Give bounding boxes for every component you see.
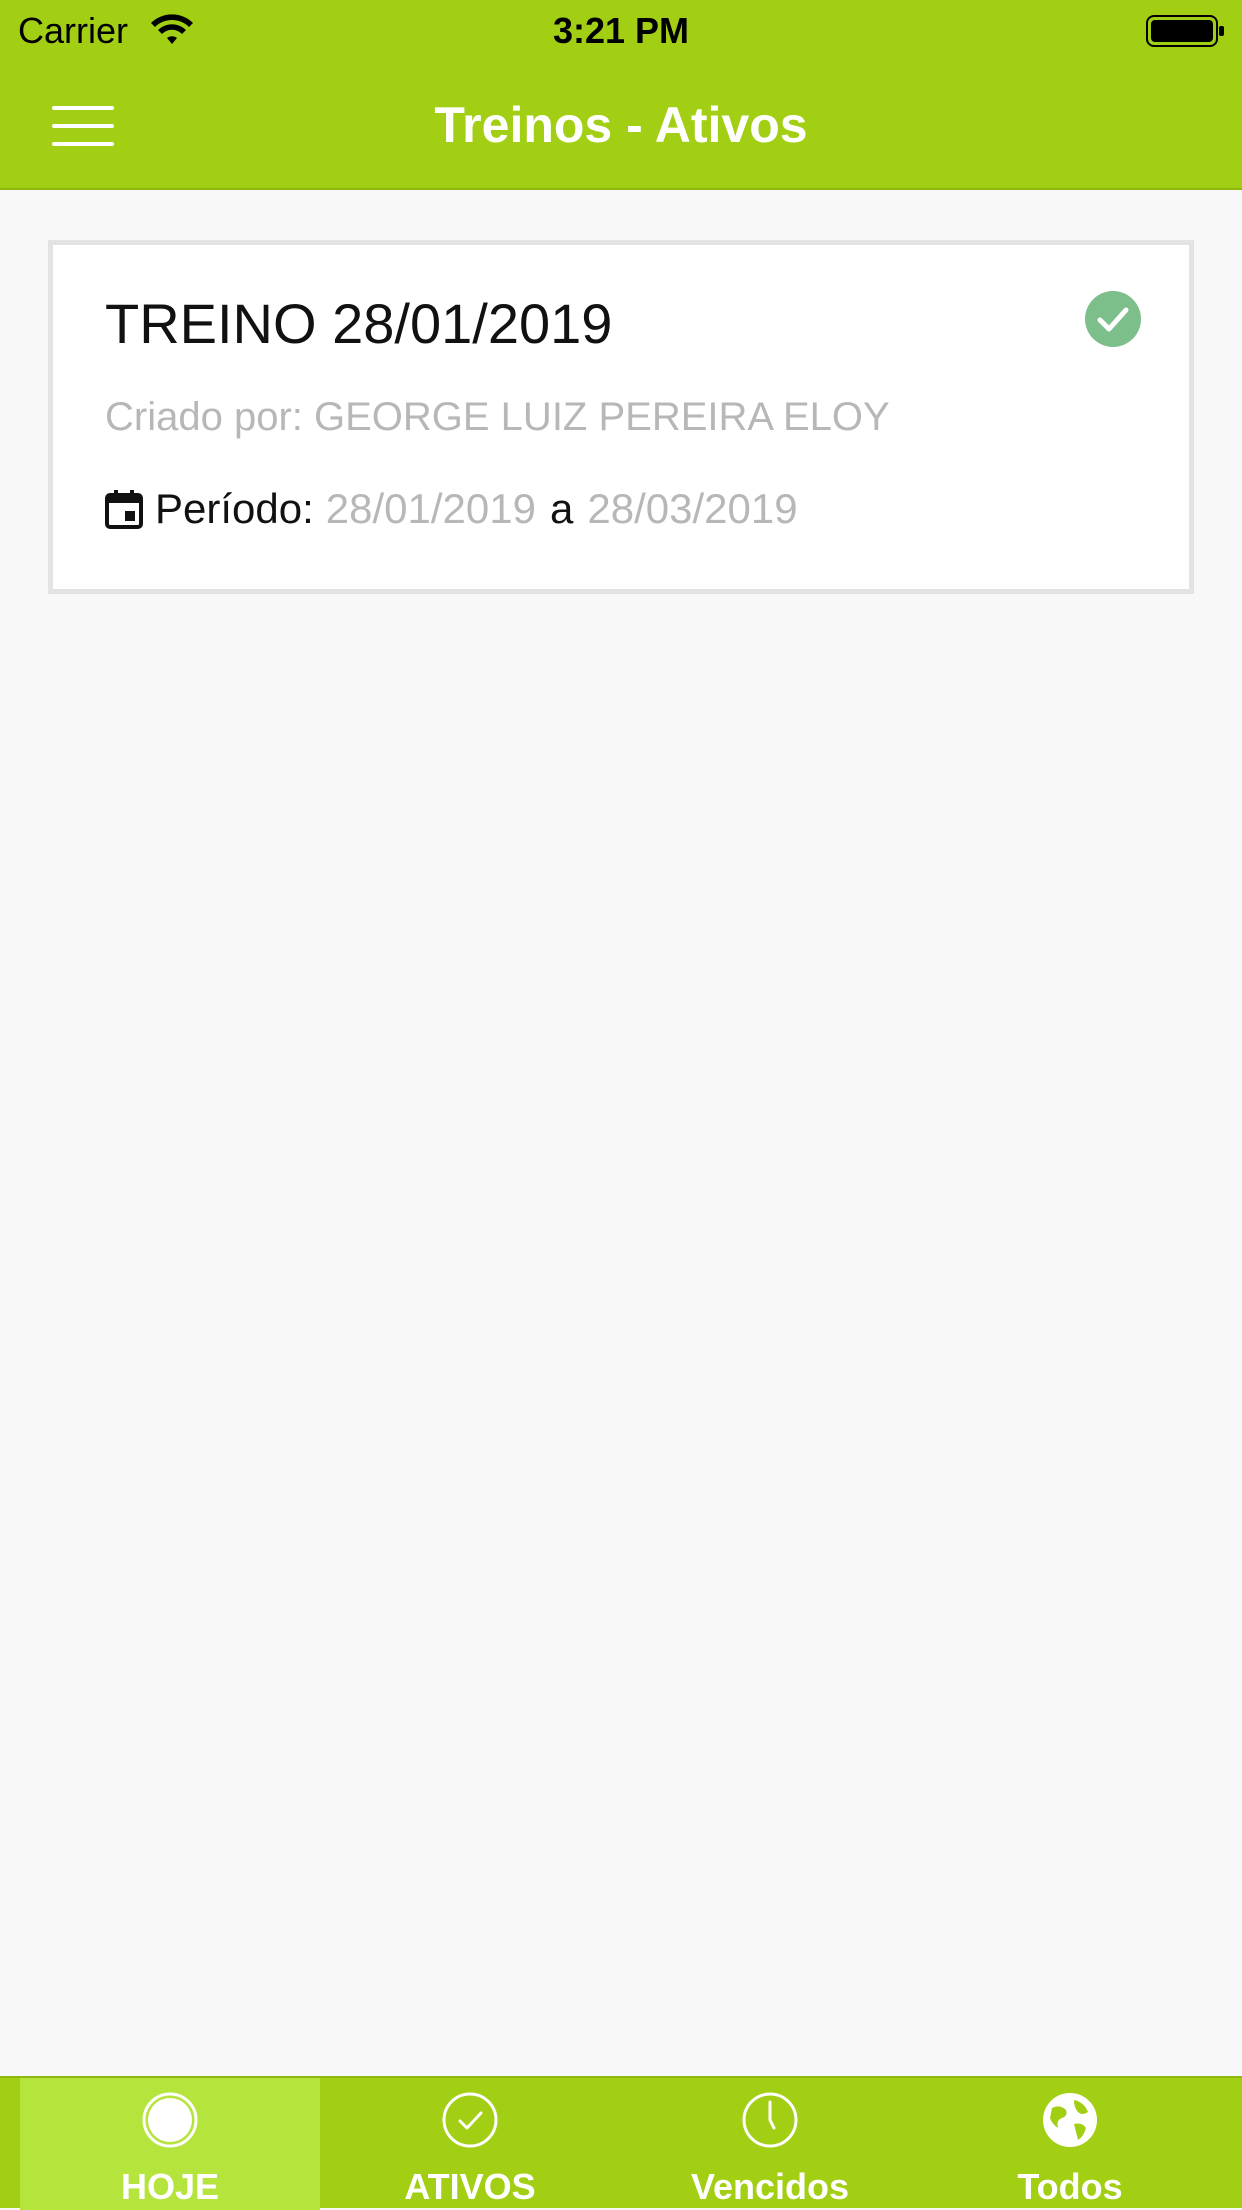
tab-label: Todos — [1017, 2166, 1123, 2207]
check-circle-outline-icon — [442, 2092, 498, 2148]
created-by: Criado por: GEORGE LUIZ PEREIRA ELOY — [105, 395, 890, 439]
page-title: Treinos - Ativos — [434, 97, 808, 153]
battery-icon — [1146, 15, 1224, 47]
period-end: 28/03/2019 — [587, 485, 798, 532]
training-card[interactable]: TREINO 28/01/2019 Criado por: GEORGE LUI… — [48, 240, 1194, 594]
calendar-icon — [105, 490, 143, 529]
tab-todos[interactable]: Todos — [920, 2078, 1220, 2210]
period-row: Período: 28/01/2019 a 28/03/2019 — [105, 485, 798, 533]
tab-label: Vencidos — [690, 2166, 850, 2207]
check-circle-icon — [1085, 291, 1141, 347]
tab-label: HOJE — [120, 2166, 220, 2207]
training-title: TREINO 28/01/2019 — [105, 292, 613, 355]
circle-icon — [142, 2092, 198, 2148]
nav-bar: Treinos - Ativos — [0, 60, 1242, 190]
period-start: 28/01/2019 — [325, 485, 536, 532]
status-time: 3:21 PM — [552, 10, 690, 51]
period-separator: a — [550, 485, 574, 532]
tab-label: ATIVOS — [404, 2166, 536, 2207]
status-bar: Carrier 3:21 PM — [0, 0, 1242, 60]
clock-icon — [742, 2092, 798, 2148]
period-label: Período: — [155, 485, 314, 532]
tab-hoje[interactable]: HOJE — [20, 2078, 320, 2210]
tab-vencidos[interactable]: Vencidos — [620, 2078, 920, 2210]
tab-bar: HOJE ATIVOS Vencidos Todos — [0, 2076, 1242, 2210]
globe-icon — [1043, 2093, 1097, 2147]
tab-ativos[interactable]: ATIVOS — [320, 2078, 620, 2210]
